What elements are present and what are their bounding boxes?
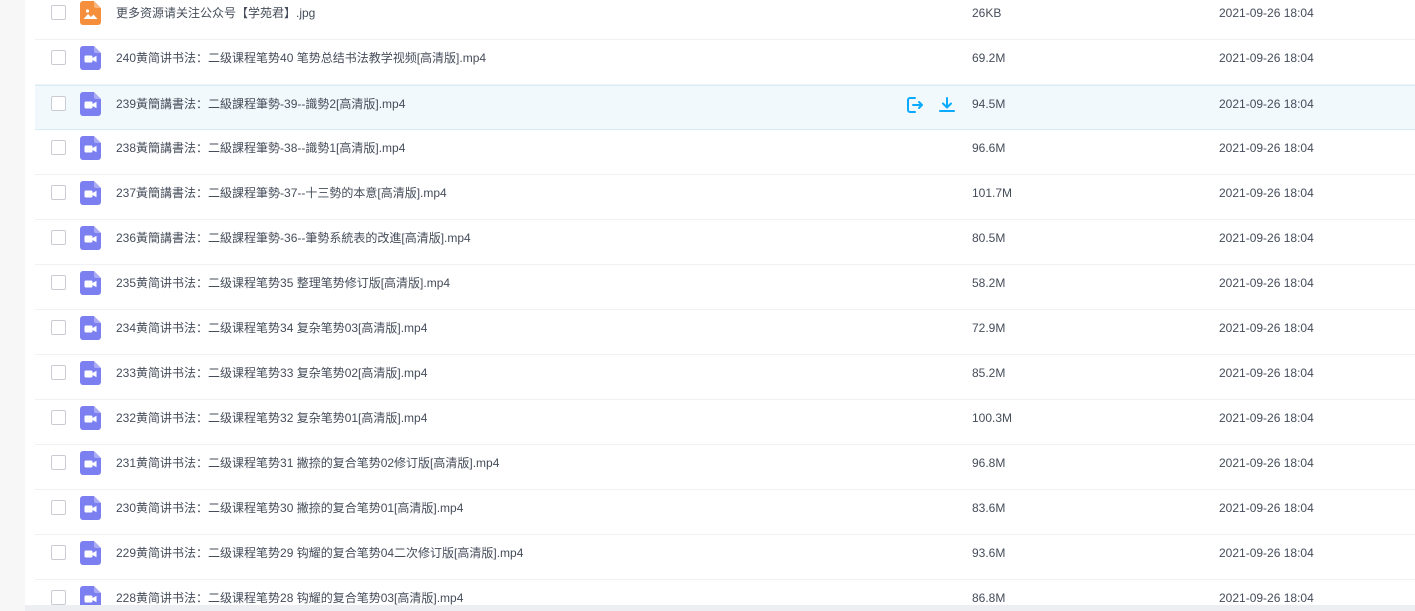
file-name-link[interactable]: 240黄简讲书法：二级课程笔势40 笔势总结书法教学视频[高清版].mp4 [116,40,486,77]
file-modified-date: 2021-09-26 18:04 [1219,276,1314,290]
row-checkbox[interactable] [51,230,66,245]
video-file-icon [80,451,101,475]
file-name-link[interactable]: 230黄简讲书法：二级课程笔势30 撇捺的复合笔势01[高清版].mp4 [116,490,463,527]
file-name-link[interactable]: 238黃簡講書法：二級課程筆勢-38--識勢1[高清版].mp4 [116,130,405,167]
video-file-icon [80,226,101,250]
file-name-link[interactable]: 234黄简讲书法：二级课程笔势34 复杂笔势03[高清版].mp4 [116,310,427,347]
file-name-link[interactable]: 更多资源请关注公众号【学苑君】.jpg [116,0,315,32]
file-size: 85.2M [972,366,1006,380]
file-size: 69.2M [972,51,1006,65]
row-checkbox[interactable] [51,500,66,515]
row-checkbox[interactable] [51,320,66,335]
file-name-link[interactable]: 236黃簡講書法：二級課程筆勢-36--筆勢系統表的改進[高清版].mp4 [116,220,471,257]
file-name-link[interactable]: 235黄简讲书法：二级课程笔势35 整理笔势修订版[高清版].mp4 [116,265,450,302]
file-size: 80.5M [972,231,1006,245]
row-checkbox[interactable] [51,410,66,425]
file-row[interactable]: 233黄简讲书法：二级课程笔势33 复杂笔势02[高清版].mp4 85.2M 20… [35,355,1415,400]
file-modified-date: 2021-09-26 18:04 [1219,456,1314,470]
file-modified-date: 2021-09-26 18:04 [1219,366,1314,380]
file-modified-date: 2021-09-26 18:04 [1219,6,1314,20]
file-row[interactable]: 229黄简讲书法：二级课程笔势29 钩耀的复合笔势04二次修订版[高清版].mp… [35,535,1415,580]
file-name-link[interactable]: 239黃簡講書法：二級課程筆勢-39--識勢2[高清版].mp4 [116,86,405,123]
move-out-icon[interactable] [905,95,925,115]
file-modified-date: 2021-09-26 18:04 [1219,231,1314,245]
file-row[interactable]: 237黃簡講書法：二級課程筆勢-37--十三勢的本意[高清版].mp4 101.7… [35,175,1415,220]
file-row[interactable]: 228黄简讲书法：二级课程笔势28 钩耀的复合笔势03[高清版].mp4 86.8… [35,580,1415,605]
file-size: 83.6M [972,501,1006,515]
file-name-link[interactable]: 229黄简讲书法：二级课程笔势29 钩耀的复合笔势04二次修订版[高清版].mp… [116,535,523,572]
file-row[interactable]: 239黃簡講書法：二級課程筆勢-39--識勢2[高清版].mp4 94.5M 202… [35,85,1415,130]
file-modified-date: 2021-09-26 18:04 [1219,97,1314,111]
video-file-icon [80,586,101,605]
file-name-link[interactable]: 237黃簡講書法：二級課程筆勢-37--十三勢的本意[高清版].mp4 [116,175,447,212]
file-row[interactable]: 236黃簡講書法：二級課程筆勢-36--筆勢系統表的改進[高清版].mp4 80.… [35,220,1415,265]
file-row[interactable]: 230黄简讲书法：二级课程笔势30 撇捺的复合笔势01[高清版].mp4 83.6… [35,490,1415,535]
file-row[interactable]: 240黄简讲书法：二级课程笔势40 笔势总结书法教学视频[高清版].mp4 69.… [35,40,1415,85]
horizontal-scrollbar[interactable] [25,605,1415,611]
video-file-icon [80,181,101,205]
file-name-link[interactable]: 233黄简讲书法：二级课程笔势33 复杂笔势02[高清版].mp4 [116,355,427,392]
video-file-icon [80,46,101,70]
file-modified-date: 2021-09-26 18:04 [1219,186,1314,200]
file-size: 100.3M [972,411,1013,425]
file-list-panel: 更多资源请关注公众号【学苑君】.jpg 26KB 2021-09-26 18:04 2… [25,0,1415,605]
file-modified-date: 2021-09-26 18:04 [1219,321,1314,335]
file-size: 58.2M [972,276,1006,290]
video-file-icon [80,316,101,340]
file-name-link[interactable]: 231黄简讲书法：二级课程笔势31 撇捺的复合笔势02修订版[高清版].mp4 [116,445,499,482]
row-checkbox[interactable] [51,140,66,155]
video-file-icon [80,361,101,385]
file-size: 72.9M [972,321,1006,335]
file-row[interactable]: 232黄简讲书法：二级课程笔势32 复杂笔势01[高清版].mp4 100.3M 2… [35,400,1415,445]
file-size: 26KB [972,6,1002,20]
file-modified-date: 2021-09-26 18:04 [1219,51,1314,65]
video-file-icon [80,496,101,520]
file-row[interactable]: 更多资源请关注公众号【学苑君】.jpg 26KB 2021-09-26 18:04 [35,0,1415,40]
image-file-icon [80,1,101,25]
video-file-icon [80,406,101,430]
row-checkbox[interactable] [51,590,66,605]
file-row[interactable]: 238黃簡講書法：二級課程筆勢-38--識勢1[高清版].mp4 96.6M 202… [35,130,1415,175]
file-modified-date: 2021-09-26 18:04 [1219,501,1314,515]
file-modified-date: 2021-09-26 18:04 [1219,591,1314,605]
video-file-icon [80,92,101,116]
row-checkbox[interactable] [51,50,66,65]
file-size: 96.6M [972,141,1006,155]
video-file-icon [80,136,101,160]
file-size: 94.5M [972,97,1006,111]
row-checkbox[interactable] [51,455,66,470]
row-checkbox[interactable] [51,96,66,111]
row-checkbox[interactable] [51,5,66,20]
file-size: 101.7M [972,186,1013,200]
row-checkbox[interactable] [51,545,66,560]
row-checkbox[interactable] [51,365,66,380]
file-name-link[interactable]: 232黄简讲书法：二级课程笔势32 复杂笔势01[高清版].mp4 [116,400,427,437]
file-modified-date: 2021-09-26 18:04 [1219,546,1314,560]
file-modified-date: 2021-09-26 18:04 [1219,411,1314,425]
download-icon[interactable] [937,95,957,115]
file-modified-date: 2021-09-26 18:04 [1219,141,1314,155]
file-size: 86.8M [972,591,1006,605]
file-name-link[interactable]: 228黄简讲书法：二级课程笔势28 钩耀的复合笔势03[高清版].mp4 [116,580,463,605]
row-checkbox[interactable] [51,275,66,290]
file-size: 93.6M [972,546,1006,560]
file-row[interactable]: 234黄简讲书法：二级课程笔势34 复杂笔势03[高清版].mp4 72.9M 20… [35,310,1415,355]
video-file-icon [80,271,101,295]
video-file-icon [80,541,101,565]
file-size: 96.8M [972,456,1006,470]
row-checkbox[interactable] [51,185,66,200]
file-row[interactable]: 235黄简讲书法：二级课程笔势35 整理笔势修订版[高清版].mp4 58.2M 2… [35,265,1415,310]
file-row[interactable]: 231黄简讲书法：二级课程笔势31 撇捺的复合笔势02修订版[高清版].mp4 9… [35,445,1415,490]
